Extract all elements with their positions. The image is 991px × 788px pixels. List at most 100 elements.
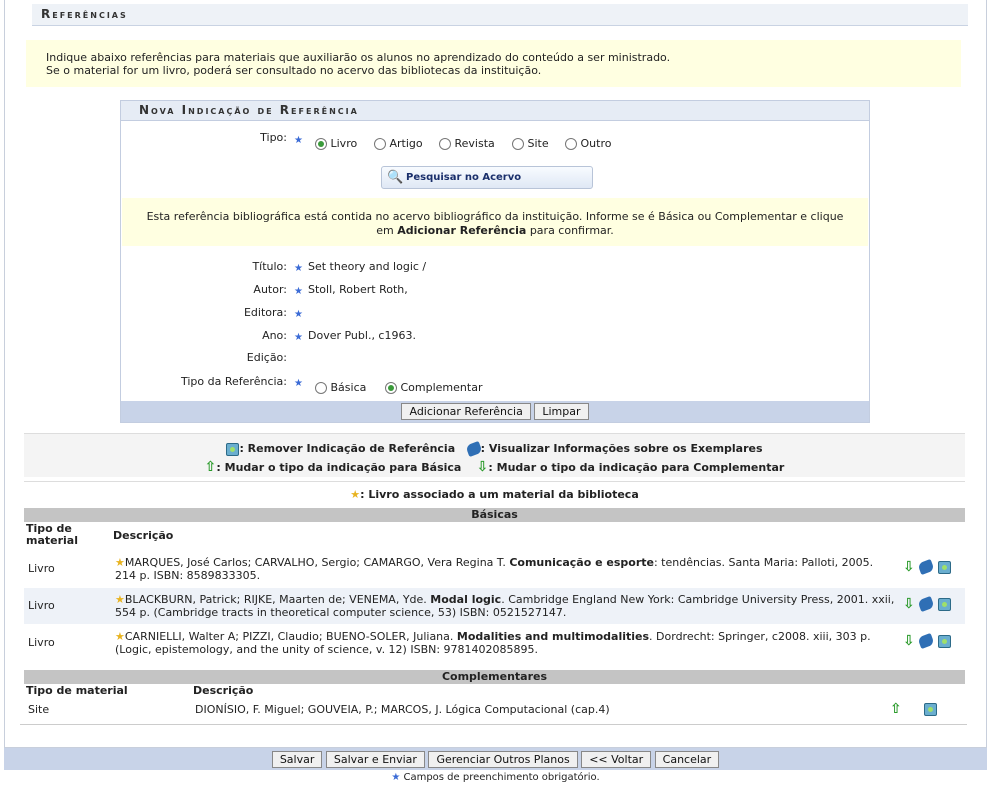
save-button[interactable]: Salvar [271,751,323,768]
col-descricao: Descrição [113,529,174,542]
arrow-down-icon[interactable]: ⇩ [903,633,915,649]
row-tipo: Livro [28,636,55,649]
search-icon: 🔍 [387,170,404,185]
save-and-send-button[interactable]: Salvar e Enviar [325,751,425,768]
radio-complementar-label: Complementar [400,381,483,394]
radio-outro[interactable]: Outro [565,137,611,150]
col-tipo-material: Tipo de material [26,522,78,547]
row-actions: ⇧ [890,701,937,717]
icon-legend: : Remover Indicação de Referência : Visu… [24,433,965,477]
required-star-icon: ★ [391,772,401,783]
arrow-up-icon[interactable]: ⇧ [890,701,902,717]
col-descricao: Descrição [193,684,254,697]
radio-site-label: Site [527,137,549,150]
editora-label: Editora: [243,306,287,319]
manage-plans-button[interactable]: Gerenciar Outros Planos [428,751,578,768]
autor-value: Stoll, Robert Roth, [308,283,408,296]
radio-complementar-control[interactable] [385,382,397,394]
col-tipo-material: Tipo de material [26,684,128,697]
ano-value: Dover Publ., c1963. [308,329,416,342]
trash-icon[interactable] [937,634,951,648]
cancel-button[interactable]: Cancelar [654,751,720,768]
radio-artigo-label: Artigo [389,137,423,150]
page-title: Referências [32,4,968,26]
arrow-down-icon[interactable]: ⇩ [903,596,915,612]
required-star-icon: ★ [294,309,303,320]
intro-line-2: Se o material for um livro, poderá ser c… [46,64,542,77]
table-row: Livro ★CARNIELLI, Walter A; PIZZI, Claud… [24,625,965,661]
search-catalog-label: Pesquisar no Acervo [406,172,522,183]
row-desc: ★MARQUES, José Carlos; CARVALHO, Sergio;… [115,556,895,582]
row-actions: ⇩ [903,632,951,650]
desc-title: Comunicação e esporte [509,556,654,569]
table-row: Site DIONÍSIO, F. Miguel; GOUVEIA, P.; M… [24,698,965,720]
intro-line-1: Indique abaixo referências para materiai… [46,51,671,64]
radio-site[interactable]: Site [512,137,549,150]
radio-outro-control[interactable] [565,138,577,150]
search-catalog-button[interactable]: 🔍 Pesquisar no Acervo [381,166,593,189]
legend-line-2: ⇧: Mudar o tipo da indicação para Básica… [24,458,965,477]
arrow-down-icon[interactable]: ⇩ [903,559,915,575]
intro-notice: Indique abaixo referências para materiai… [26,40,961,87]
star-icon: ★ [350,488,361,501]
binoculars-icon[interactable] [917,558,935,576]
divider [20,724,967,725]
table-row: Livro ★BLACKBURN, Patrick; RIJKE, Maarte… [24,588,965,624]
trash-icon[interactable] [924,702,937,716]
form-title: Nova Indicação de Referência [121,101,869,121]
radio-basica-label: Básica [330,381,367,394]
notice-text-2: para confirmar. [526,224,614,237]
radio-complementar[interactable]: Complementar [385,381,482,394]
arrow-down-icon: ⇩ [476,459,489,475]
row-actions: ⇩ [903,558,951,576]
row-desc: ★BLACKBURN, Patrick; RIJKE, Maarten de; … [115,593,895,619]
trash-icon [226,442,240,456]
form-footer: Adicionar Referência Limpar [121,401,869,422]
radio-outro-label: Outro [580,137,612,150]
edicao-label: Edição: [246,351,287,364]
radio-livro-control[interactable] [315,138,327,150]
star-icon: ★ [115,556,125,569]
required-star-icon: ★ [294,135,303,146]
radio-artigo[interactable]: Artigo [374,137,423,150]
trash-icon[interactable] [937,597,951,611]
required-note: ★ Campos de preenchimento obrigatório. [0,772,991,783]
radio-revista-control[interactable] [439,138,451,150]
desc-title: Modalities and multimodalities [456,630,650,643]
back-button[interactable]: << Voltar [581,751,652,768]
row-tipo: Site [28,703,50,716]
radio-basica-control[interactable] [315,382,327,394]
tiporef-label: Tipo da Referência: [181,375,287,388]
required-star-icon: ★ [294,332,303,343]
radio-basica[interactable]: Básica [315,381,366,394]
desc-pre: BLACKBURN, Patrick; RIJKE, Maarten de; V… [124,593,431,606]
trash-icon[interactable] [937,560,951,574]
required-note-text: Campos de preenchimento obrigatório. [403,772,600,783]
autor-label: Autor: [253,283,287,296]
add-reference-button[interactable]: Adicionar Referência [401,403,531,420]
clear-button[interactable]: Limpar [534,403,589,420]
binoculars-icon[interactable] [917,595,935,613]
star-icon: ★ [115,630,125,643]
required-star-icon: ★ [294,378,303,389]
tipo-label: Tipo: [260,131,287,144]
star-legend: ★: Livro associado a um material da bibl… [24,481,965,505]
binoculars-icon[interactable] [917,632,935,650]
titulo-label: Título: [252,260,287,273]
new-reference-form: Nova Indicação de Referência Tipo: ★ Liv… [120,100,870,423]
radio-revista-label: Revista [454,137,495,150]
legend-remove: : Remover Indicação de Referência [239,442,456,455]
row-tipo: Livro [28,562,55,575]
catalog-notice: Esta referência bibliográfica está conti… [122,198,868,246]
required-star-icon: ★ [294,286,303,297]
radio-livro-label: Livro [330,137,358,150]
required-star-icon: ★ [294,263,303,274]
arrow-up-icon: ⇧ [204,459,217,475]
bottom-action-bar: Salvar Salvar e Enviar Gerenciar Outros … [4,748,987,770]
radio-livro[interactable]: Livro [315,137,357,150]
desc-pre: CARNIELLI, Walter A; PIZZI, Claudio; BUE… [124,630,457,643]
radio-artigo-control[interactable] [374,138,386,150]
radio-site-control[interactable] [512,138,524,150]
radio-revista[interactable]: Revista [439,137,495,150]
table-row: Livro ★MARQUES, José Carlos; CARVALHO, S… [24,550,965,586]
